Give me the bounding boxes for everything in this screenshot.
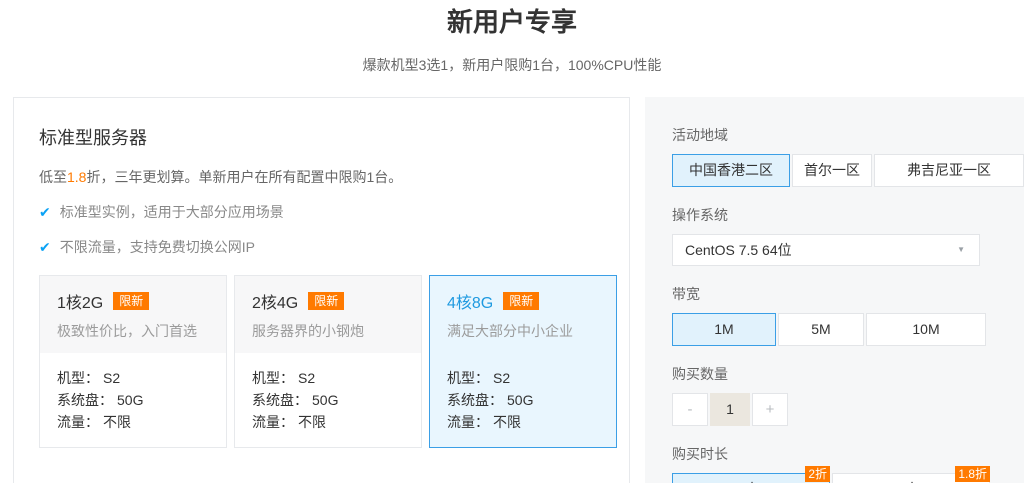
check-icon: ✔ <box>39 204 51 220</box>
spec-machine-type: 机型： S2 <box>57 370 121 386</box>
desc-suffix: 折，三年更划算。单新用户在所有配置中限购1台。 <box>86 169 403 185</box>
feature-item-2: ✔ 不限流量，支持免费切换公网IP <box>39 237 617 257</box>
plan-tagline: 满足大部分中小企业 <box>447 323 573 339</box>
plan-card-1core2g[interactable]: 1核2G 限新 极致性价比，入门首选 机型： S2 系统盘： 50G 流量： 不限 <box>39 275 227 448</box>
spec-traffic: 流量： 不限 <box>57 414 131 430</box>
plan-specs: 机型： S2 系统盘： 50G 流量： 不限 <box>40 353 226 447</box>
purchase-config-panel: 活动地域 中国香港二区 首尔一区 弗吉尼亚一区 操作系统 CentOS 7.5 … <box>645 97 1024 483</box>
section-title: 标准型服务器 <box>39 128 147 148</box>
spec-system-disk: 系统盘： 50G <box>252 392 339 408</box>
plan-head: 1核2G 限新 极致性价比，入门首选 <box>40 276 226 353</box>
discount-badge: 1.8折 <box>955 466 990 482</box>
plan-list: 1核2G 限新 极致性价比，入门首选 机型： S2 系统盘： 50G 流量： 不限 2核… <box>39 275 617 448</box>
spec-machine-type: 机型： S2 <box>447 370 511 386</box>
spec-machine-type: 机型： S2 <box>252 370 316 386</box>
quantity-value[interactable]: 1 <box>710 393 750 426</box>
bandwidth-tab-10m[interactable]: 10M <box>866 313 986 346</box>
plan-head: 4核8G 限新 满足大部分中小企业 <box>430 276 616 353</box>
plan-card-4core8g[interactable]: 4核8G 限新 满足大部分中小企业 机型： S2 系统盘： 50G 流量： 不限 <box>429 275 617 448</box>
feature-text: 不限流量，支持免费切换公网IP <box>59 239 255 255</box>
region-tabs: 中国香港二区 首尔一区 弗吉尼亚一区 <box>672 154 1024 187</box>
region-tab-seoul-1[interactable]: 首尔一区 <box>792 154 872 187</box>
promo-description: 低至1.8折，三年更划算。单新用户在所有配置中限购1台。 <box>39 167 617 187</box>
chevron-down-icon: ▼ <box>957 245 965 254</box>
page-subtitle: 爆款机型3选1，新用户限购1台，100%CPU性能 <box>362 57 662 73</box>
plan-tagline: 服务器界的小钢炮 <box>252 323 364 339</box>
spec-traffic: 流量： 不限 <box>252 414 326 430</box>
duration-label: 购买时长 <box>672 446 728 462</box>
plan-name: 4核8G <box>447 295 494 312</box>
bandwidth-tabs: 1M 5M 10M <box>672 313 1024 346</box>
spec-system-disk: 系统盘： 50G <box>447 392 534 408</box>
quantity-stepper: - 1 + <box>672 393 1024 426</box>
os-select[interactable]: CentOS 7.5 64位 ▼ <box>672 234 980 266</box>
plan-card-2core4g[interactable]: 2核4G 限新 服务器界的小钢炮 机型： S2 系统盘： 50G 流量： 不限 <box>234 275 422 448</box>
desc-discount-highlight: 1.8 <box>67 169 87 185</box>
plan-head: 2核4G 限新 服务器界的小钢炮 <box>235 276 421 353</box>
limit-new-badge: 限新 <box>308 292 345 310</box>
standard-server-section: 标准型服务器 低至1.8折，三年更划算。单新用户在所有配置中限购1台。 ✔ 标准型… <box>13 97 630 483</box>
bandwidth-tab-1m[interactable]: 1M <box>672 313 776 346</box>
duration-tab-3year[interactable]: 3年 1.8折 <box>832 466 990 483</box>
main-content: 标准型服务器 低至1.8折，三年更划算。单新用户在所有配置中限购1台。 ✔ 标准型… <box>0 97 1024 483</box>
spec-traffic: 流量： 不限 <box>447 414 521 430</box>
quantity-decrease-button[interactable]: - <box>672 393 708 426</box>
duration-tabs: 1年 2折 3年 1.8折 <box>672 466 1024 483</box>
duration-tab-1year[interactable]: 1年 2折 <box>672 466 830 483</box>
spec-system-disk: 系统盘： 50G <box>57 392 144 408</box>
desc-prefix: 低至 <box>39 169 67 185</box>
quantity-increase-button[interactable]: + <box>752 393 788 426</box>
discount-badge: 2折 <box>805 466 830 482</box>
feature-text: 标准型实例，适用于大部分应用场景 <box>59 204 284 220</box>
feature-item-1: ✔ 标准型实例，适用于大部分应用场景 <box>39 202 617 222</box>
page-title: 新用户专享 <box>446 7 577 37</box>
bandwidth-tab-5m[interactable]: 5M <box>778 313 864 346</box>
region-tab-virginia-1[interactable]: 弗吉尼亚一区 <box>874 154 1024 187</box>
plan-specs: 机型： S2 系统盘： 50G 流量： 不限 <box>430 353 616 447</box>
hero-header: 新用户专享 爆款机型3选1，新用户限购1台，100%CPU性能 <box>0 0 1024 75</box>
bandwidth-label: 带宽 <box>672 286 700 302</box>
plan-specs: 机型： S2 系统盘： 50G 流量： 不限 <box>235 353 421 447</box>
plan-tagline: 极致性价比，入门首选 <box>57 323 197 339</box>
plan-name: 2核4G <box>252 295 299 312</box>
os-label: 操作系统 <box>672 207 728 223</box>
quantity-label: 购买数量 <box>672 366 728 382</box>
check-icon: ✔ <box>39 239 51 255</box>
region-tab-hongkong-2[interactable]: 中国香港二区 <box>672 154 790 187</box>
region-label: 活动地域 <box>672 127 728 143</box>
os-selected-value: CentOS 7.5 64位 <box>685 242 792 258</box>
limit-new-badge: 限新 <box>113 292 150 310</box>
limit-new-badge: 限新 <box>503 292 540 310</box>
plan-name: 1核2G <box>57 295 104 312</box>
